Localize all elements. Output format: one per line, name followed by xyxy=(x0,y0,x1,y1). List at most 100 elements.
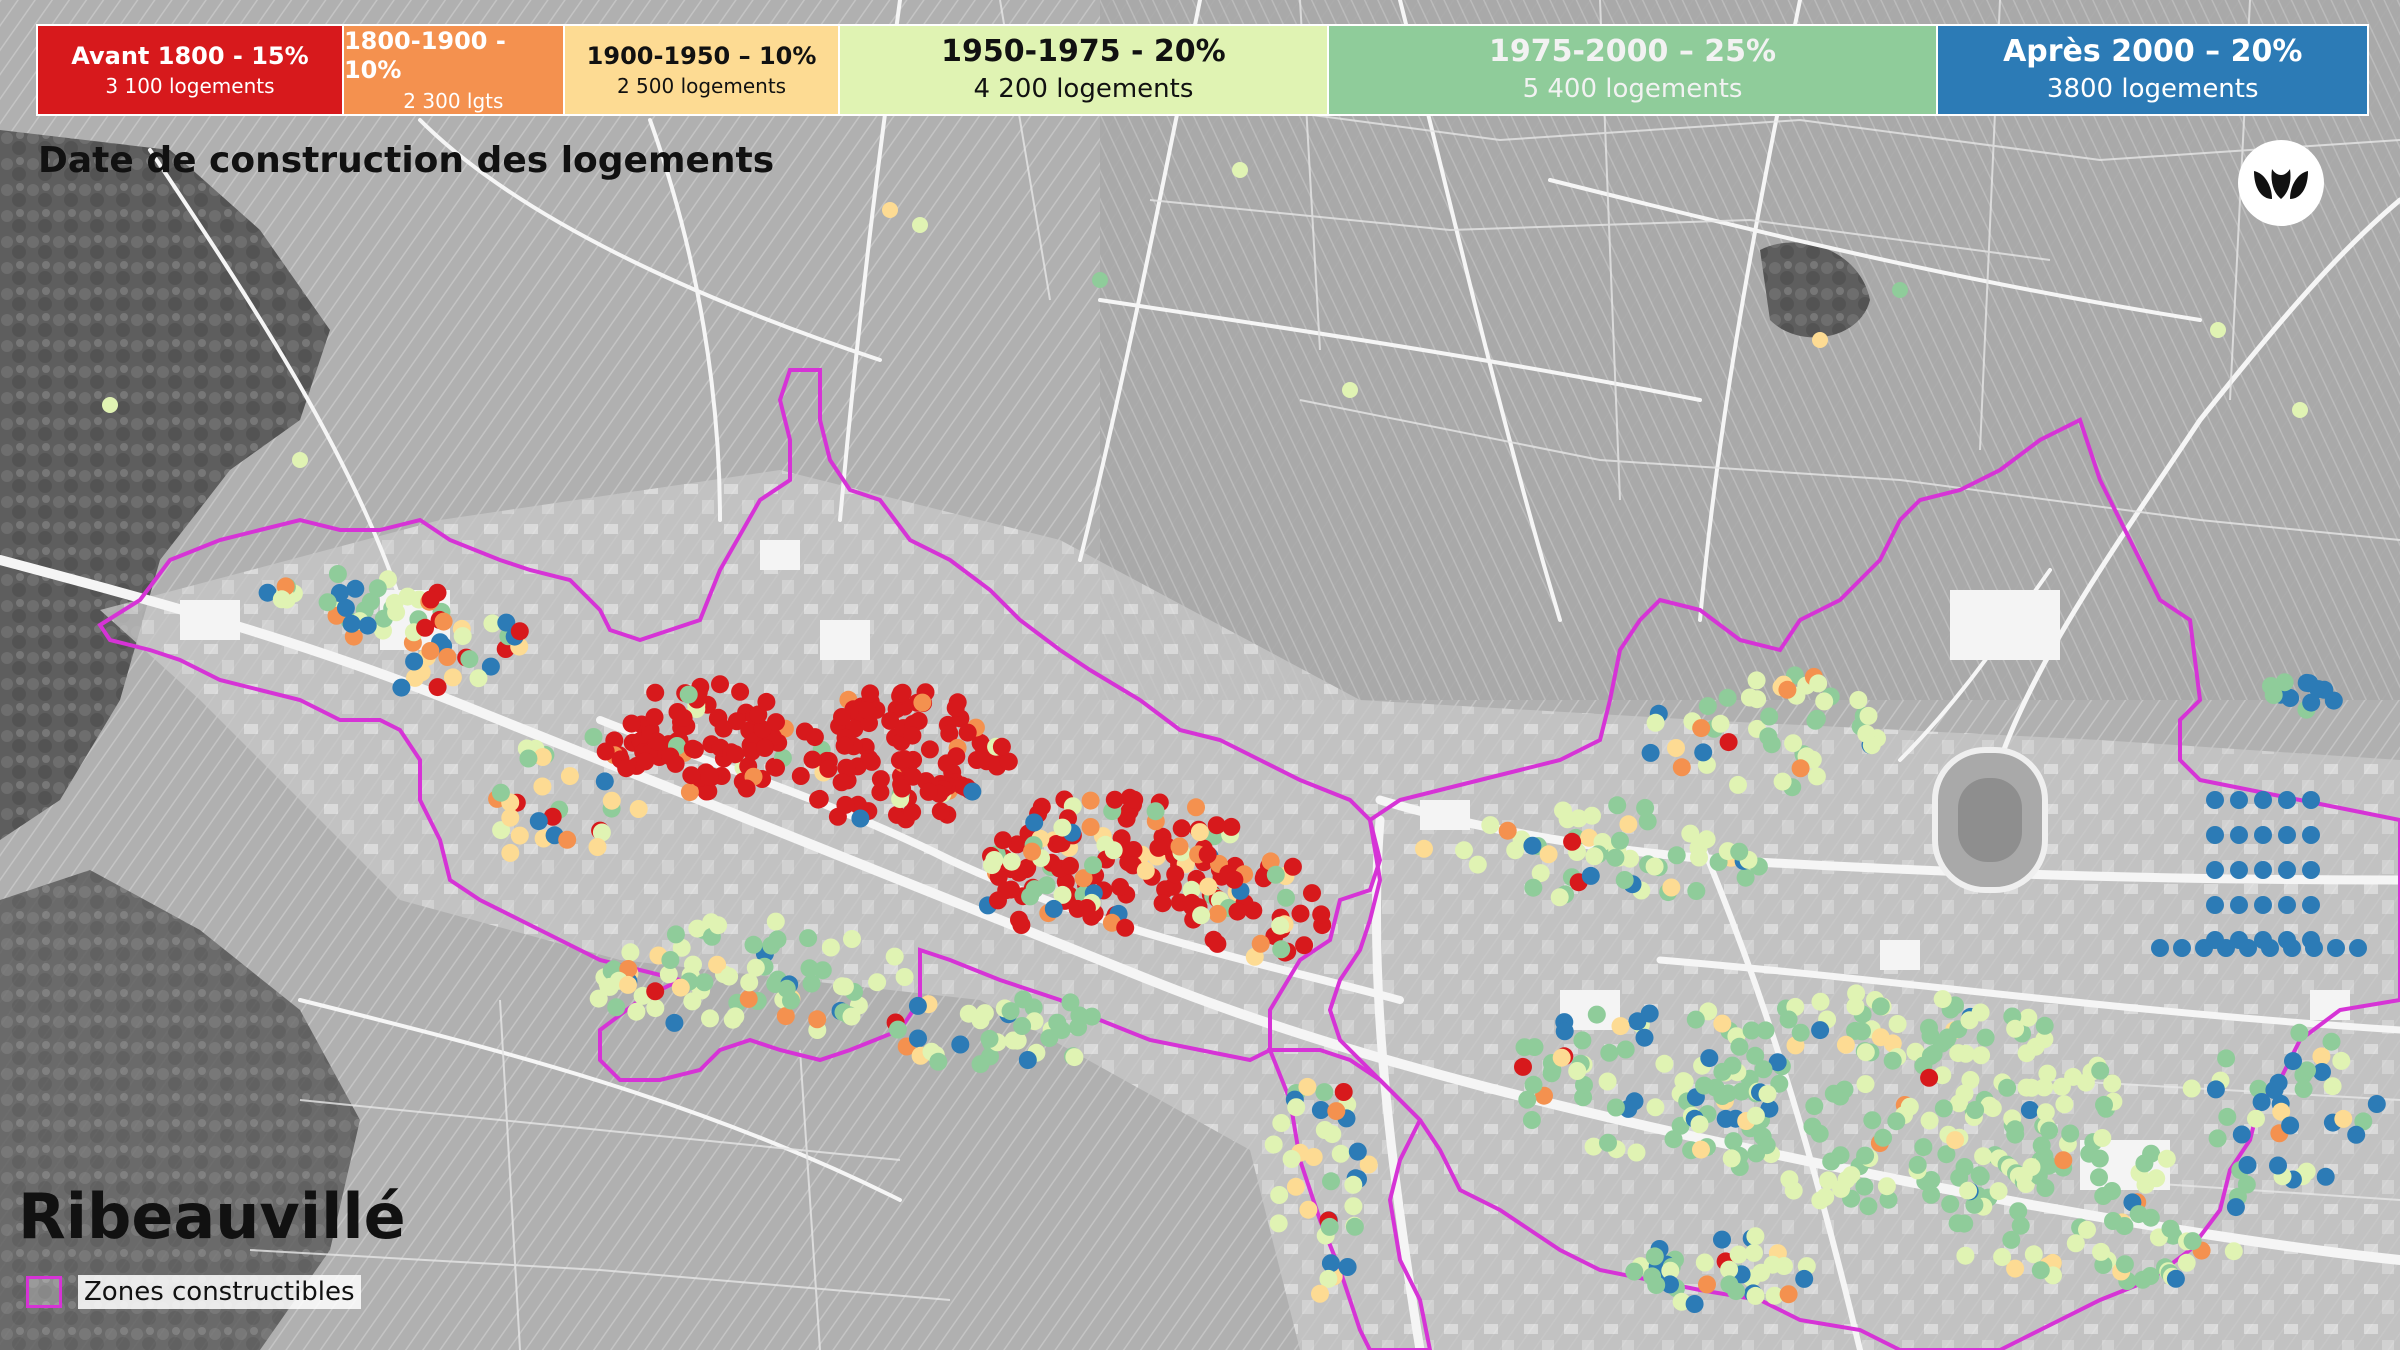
housing-dot xyxy=(683,739,702,758)
housing-dot xyxy=(2115,1255,2134,1274)
housing-dot xyxy=(1740,688,1759,707)
housing-dot xyxy=(1690,1115,1709,1134)
housing-dot xyxy=(737,779,756,798)
housing-dot xyxy=(2261,939,2279,957)
housing-dot xyxy=(1778,680,1797,699)
housing-dot xyxy=(2238,1156,2257,1174)
housing-dot xyxy=(434,612,453,631)
housing-dot xyxy=(1700,1049,1719,1068)
housing-dot xyxy=(328,565,347,583)
housing-dot xyxy=(1795,1269,1814,1288)
housing-dot xyxy=(920,740,939,759)
housing-dot xyxy=(1807,767,1826,786)
housing-dot xyxy=(1955,1084,1974,1103)
housing-dot xyxy=(1747,1144,1766,1163)
housing-dot xyxy=(1052,1021,1071,1040)
housing-dot xyxy=(835,977,854,996)
housing-dot xyxy=(2206,896,2224,914)
housing-dot xyxy=(1061,856,1079,875)
housing-dot xyxy=(947,747,966,766)
housing-dot xyxy=(1092,272,1108,288)
housing-dot xyxy=(1415,839,1433,858)
housing-dot xyxy=(1338,1258,1357,1276)
housing-dot xyxy=(1522,1111,1541,1129)
housing-dot xyxy=(336,598,355,617)
housing-dot xyxy=(1552,1048,1571,1067)
legend-1950-1975: 1950-1975 - 20% 4 200 logements xyxy=(840,26,1329,114)
housing-dot xyxy=(871,770,890,789)
housing-dot xyxy=(1998,1078,2017,1097)
housing-dot xyxy=(1730,842,1749,861)
housing-dot xyxy=(1295,936,1314,955)
housing-dot xyxy=(1025,813,1044,832)
housing-dot xyxy=(560,767,579,786)
housing-dot xyxy=(1311,1284,1329,1303)
housing-dot xyxy=(1345,1217,1364,1236)
housing-dot xyxy=(2183,1232,2202,1251)
housing-dot xyxy=(272,590,291,609)
housing-dot xyxy=(2036,1179,2055,1197)
housing-dot xyxy=(1752,1263,1771,1282)
housing-dot xyxy=(1581,866,1600,885)
housing-dot xyxy=(1558,810,1577,829)
housing-dot xyxy=(2230,826,2248,844)
aerial-map[interactable] xyxy=(0,0,2400,1350)
housing-dot xyxy=(1892,282,1908,298)
housing-dot xyxy=(1327,1102,1346,1121)
housing-dot xyxy=(2281,1116,2300,1135)
housing-dot xyxy=(1718,688,1737,707)
housing-dot xyxy=(2066,1234,2085,1253)
housing-dot xyxy=(1104,841,1123,860)
housing-dot xyxy=(1720,1275,1739,1294)
housing-dot xyxy=(2177,1253,2196,1272)
housing-dot xyxy=(2302,693,2321,712)
housing-dot xyxy=(1811,992,1830,1011)
housing-dot xyxy=(1938,1028,1957,1047)
housing-dot xyxy=(1018,1051,1037,1069)
housing-dot xyxy=(2090,1168,2108,1187)
housing-dot xyxy=(1681,824,1700,843)
housing-dot xyxy=(1745,1243,1763,1262)
housing-dot xyxy=(1583,806,1601,825)
housing-dot xyxy=(1013,1017,1032,1035)
housing-dot xyxy=(2327,939,2345,957)
housing-dot xyxy=(821,938,840,957)
housing-dot xyxy=(2064,1067,2083,1086)
housing-dot xyxy=(1303,884,1321,903)
housing-dot xyxy=(1084,856,1102,875)
housing-dot xyxy=(385,593,404,612)
housing-dot xyxy=(1320,1217,1339,1236)
legend-1800-1900: 1800-1900 - 10% 2 300 lgts xyxy=(343,26,565,114)
housing-dot xyxy=(1976,1028,1995,1047)
housing-dot xyxy=(2269,1156,2287,1175)
housing-dot xyxy=(946,699,965,717)
housing-dot xyxy=(1832,1179,1851,1198)
housing-dot xyxy=(1539,845,1558,864)
housing-dot xyxy=(460,650,479,669)
housing-dot xyxy=(989,891,1007,910)
zone-key: Zones constructibles xyxy=(26,1275,361,1309)
housing-dot xyxy=(2022,1158,2041,1176)
housing-dot xyxy=(1170,837,1189,856)
housing-dot xyxy=(813,961,832,980)
housing-dot xyxy=(731,682,750,701)
housing-dot xyxy=(646,683,665,702)
housing-dot xyxy=(1550,888,1569,907)
housing-dot xyxy=(588,838,607,856)
housing-dot xyxy=(929,1052,948,1071)
legend-1900-1950-count: 2 500 logements xyxy=(616,74,787,99)
housing-dot xyxy=(1468,855,1487,874)
housing-dot xyxy=(2226,1198,2245,1217)
housing-dot xyxy=(1192,906,1211,925)
housing-dot xyxy=(1672,758,1691,777)
housing-dot xyxy=(1694,743,1713,762)
housing-dot xyxy=(683,992,702,1011)
housing-dot xyxy=(980,1029,999,1048)
legend-1800-1900-title: 1800-1900 - 10% xyxy=(343,27,506,84)
legend-avant-1800: Avant 1800 - 15% 3 100 logements xyxy=(38,26,344,114)
housing-dot xyxy=(665,1013,684,1032)
housing-dot xyxy=(1655,1054,1674,1073)
housing-dot xyxy=(1695,1076,1714,1095)
housing-dot xyxy=(2254,861,2272,879)
housing-dot xyxy=(2284,1052,2302,1071)
